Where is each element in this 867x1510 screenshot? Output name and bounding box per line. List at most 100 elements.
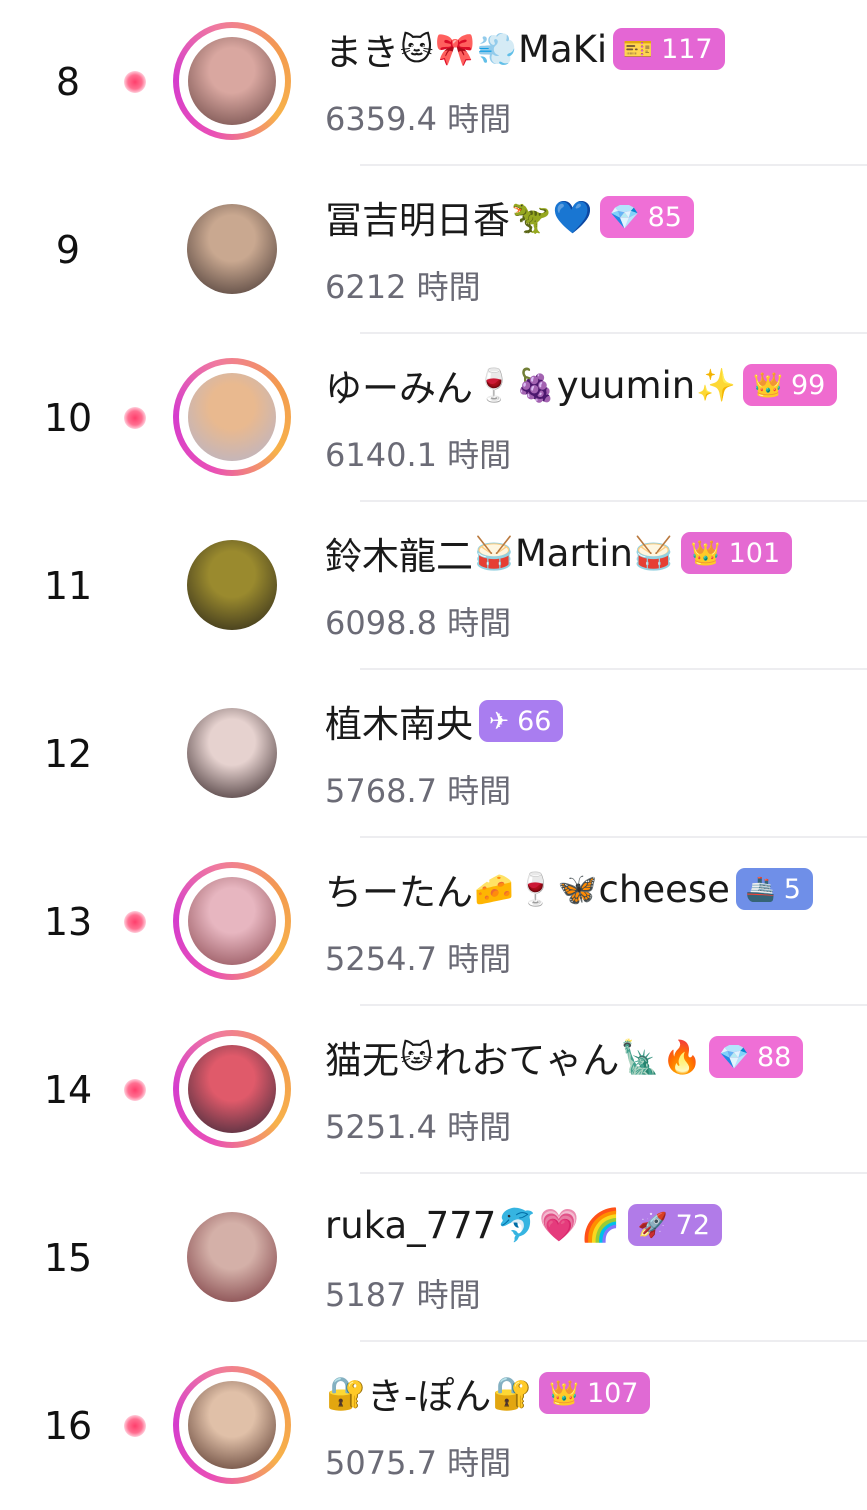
ranking-row[interactable]: 13 ちーたん 🧀 🍷 🦋 cheese 🚢 5 5254.7 時間	[0, 838, 867, 1006]
name-text: ちーたん	[325, 871, 473, 914]
hours-value: 6140.1 時間	[325, 436, 512, 474]
name-text: き-ぽん	[366, 1375, 492, 1418]
name-text: まき	[325, 31, 399, 74]
avatar[interactable]	[173, 190, 291, 308]
badge-level: 101	[728, 537, 781, 569]
user-name[interactable]: ちーたん 🧀 🍷 🦋 cheese 🚢 5	[325, 864, 813, 914]
ranking-row[interactable]: 15 ruka_777 🐬 💗 🌈 🚀 72 5187 時間	[0, 1174, 867, 1342]
avatar[interactable]	[173, 1366, 291, 1484]
badge-level: 117	[661, 33, 713, 65]
avatar-photo	[188, 373, 276, 461]
badge-level: 85	[647, 201, 682, 233]
avatar[interactable]	[173, 22, 291, 140]
name-text: yuumin	[556, 363, 696, 407]
name-emoji-icon: 🦋	[557, 870, 598, 908]
avatar[interactable]	[173, 526, 291, 644]
name-emoji-icon: 🥁	[474, 534, 514, 572]
ranking-row[interactable]: 14 猫无 🐱 れおてゃん 🗽 🔥 💎 88 5251.4 時間	[0, 1006, 867, 1174]
user-name[interactable]: 冨吉明日香 🦖 💙 💎 85	[325, 192, 694, 242]
name-emoji-icon: 🐱	[400, 30, 434, 68]
badge-level: 107	[586, 1377, 639, 1409]
name-emoji-icon: 🎀	[435, 30, 476, 68]
name-text: ruka_777	[325, 1203, 497, 1247]
badge-level: 5	[783, 873, 801, 905]
badge-icon: 💎	[719, 1043, 749, 1071]
hours-value: 6359.4 時間	[325, 100, 512, 138]
avatar-photo	[188, 37, 276, 125]
name-emoji-icon: 🍷	[474, 366, 514, 404]
level-badge: 🚀 72	[627, 1204, 723, 1246]
ranking-row[interactable]: 12 植木南央 ✈ 66 5768.7 時間	[0, 670, 867, 838]
user-name[interactable]: まき 🐱 🎀 💨 MaKi 🎫 117	[325, 24, 725, 74]
name-emoji-icon: 🍷	[515, 870, 556, 908]
badge-icon: 👑	[549, 1379, 579, 1407]
rank-number: 14	[43, 1068, 93, 1112]
avatar-photo	[187, 540, 277, 630]
user-name[interactable]: 🔐 き-ぽん 🔐 👑 107	[325, 1368, 651, 1418]
avatar-photo	[187, 204, 277, 294]
hours-value: 5075.7 時間	[325, 1444, 512, 1482]
user-name[interactable]: 鈴木龍二 🥁 Martin 🥁 👑 101	[325, 528, 793, 578]
ranking-row[interactable]: 8 まき 🐱 🎀 💨 MaKi 🎫 117 6359.4 時間	[0, 0, 867, 166]
rank-number: 11	[43, 564, 93, 608]
live-indicator-dot	[124, 407, 146, 429]
badge-icon: 👑	[690, 539, 721, 567]
badge-icon: 💎	[609, 203, 640, 231]
name-emoji-icon: 🔥	[662, 1038, 703, 1076]
name-emoji-icon: 🦖	[511, 198, 551, 236]
ranking-list: 8 まき 🐱 🎀 💨 MaKi 🎫 117 6359.4 時間 9 冨吉明日香 🦖 💙 💎 85 6212 時…	[0, 0, 867, 1505]
level-badge: 🎫 117	[613, 28, 725, 70]
level-badge: 💎 85	[599, 196, 694, 238]
avatar[interactable]	[173, 1198, 291, 1316]
hours-value: 6212 時間	[325, 268, 481, 306]
name-emoji-icon: 🧀	[474, 870, 514, 908]
name-text: 鈴木龍二	[325, 535, 473, 578]
name-text: Martin	[514, 531, 633, 575]
ranking-row[interactable]: 10 ゆーみん 🍷 🍇 yuumin ✨ 👑 99 6140.1 時間	[0, 334, 867, 502]
live-indicator-dot	[124, 1415, 146, 1437]
name-emoji-icon: ✨	[696, 366, 737, 404]
name-emoji-icon: 💙	[552, 198, 593, 236]
name-emoji-icon: 🥁	[633, 534, 674, 572]
hours-value: 6098.8 時間	[325, 604, 512, 642]
badge-icon: 🚢	[745, 875, 776, 903]
avatar[interactable]	[173, 358, 291, 476]
avatar-photo	[187, 708, 277, 798]
level-badge: 🚢 5	[735, 868, 813, 910]
live-indicator-dot	[124, 911, 146, 933]
avatar[interactable]	[173, 1030, 291, 1148]
badge-level: 88	[756, 1041, 792, 1073]
avatar-photo	[187, 1212, 277, 1302]
avatar[interactable]	[173, 694, 291, 812]
live-indicator-dot	[124, 71, 146, 93]
rank-number: 10	[43, 396, 93, 440]
rank-number: 12	[43, 732, 93, 776]
user-name[interactable]: ruka_777 🐬 💗 🌈 🚀 72	[325, 1200, 723, 1250]
name-emoji-icon: 💨	[477, 30, 518, 68]
name-emoji-icon: 🔐	[492, 1374, 533, 1412]
hours-value: 5251.4 時間	[325, 1108, 512, 1146]
badge-level: 99	[791, 369, 826, 401]
name-emoji-icon: 🐬	[497, 1206, 538, 1244]
badge-icon: ✈	[489, 707, 510, 735]
name-text: 冨吉明日香	[325, 199, 510, 242]
user-name[interactable]: ゆーみん 🍷 🍇 yuumin ✨ 👑 99	[325, 360, 838, 410]
ranking-row[interactable]: 9 冨吉明日香 🦖 💙 💎 85 6212 時間	[0, 166, 867, 334]
name-text: 猫无	[325, 1039, 399, 1082]
name-emoji-icon: 🐱	[400, 1038, 434, 1076]
hours-value: 5254.7 時間	[325, 940, 512, 978]
level-badge: 👑 99	[743, 364, 838, 406]
avatar-photo	[188, 1045, 276, 1133]
name-emoji-icon: 🌈	[580, 1206, 621, 1244]
ranking-row[interactable]: 16 🔐 き-ぽん 🔐 👑 107 5075.7 時間	[0, 1342, 867, 1510]
hours-value: 5187 時間	[325, 1276, 481, 1314]
rank-number: 9	[55, 228, 81, 272]
user-name[interactable]: 猫无 🐱 れおてゃん 🗽 🔥 💎 88	[325, 1032, 804, 1082]
ranking-row[interactable]: 11 鈴木龍二 🥁 Martin 🥁 👑 101 6098.8 時間	[0, 502, 867, 670]
hours-value: 5768.7 時間	[325, 772, 512, 810]
rank-number: 15	[43, 1236, 93, 1280]
badge-icon: 👑	[753, 371, 783, 399]
avatar[interactable]	[173, 862, 291, 980]
name-text: ゆーみん	[325, 367, 473, 410]
user-name[interactable]: 植木南央 ✈ 66	[325, 696, 564, 746]
